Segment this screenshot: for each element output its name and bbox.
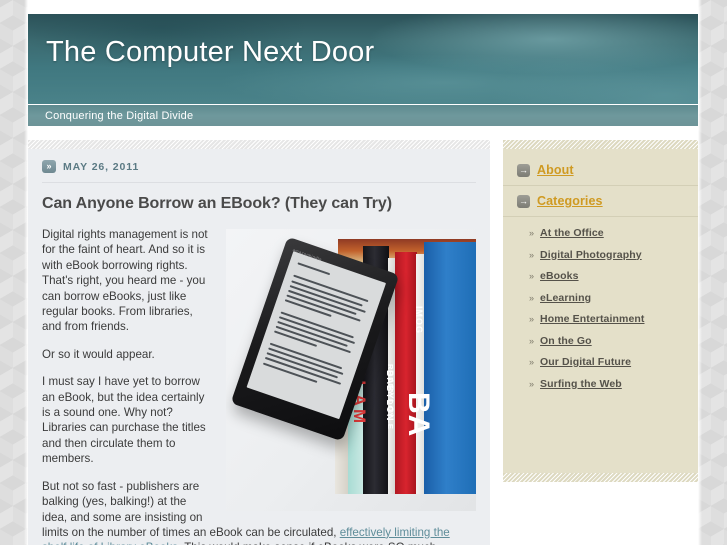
double-chevron-icon: » [529, 271, 535, 281]
screen-text-line [266, 352, 338, 379]
post-body: NICK HORNBY SLAM RODDY DOYLE BABYLON IMO… [42, 227, 476, 545]
sidebar: → About → Categories » At the Office » D… [503, 149, 698, 473]
arrow-right-icon: → [517, 194, 530, 208]
book-spine-1: IMOG BA [402, 242, 476, 494]
sidebar-item-at-the-office[interactable]: » At the Office [503, 227, 698, 239]
site-banner: The Computer Next Door [28, 14, 698, 104]
sidebar-top-stripe [503, 140, 698, 149]
category-link[interactable]: eBooks [540, 270, 579, 282]
arrow-right-icon: → [517, 163, 530, 177]
sidebar-bottom-stripe [503, 473, 698, 482]
double-chevron-icon: » [529, 228, 535, 238]
double-chevron-icon: » [529, 314, 535, 324]
category-link[interactable]: On the Go [540, 335, 592, 347]
sidebar-section-categories[interactable]: → Categories [503, 186, 698, 217]
sidebar-heading-label[interactable]: Categories [537, 194, 603, 208]
post-meta: » MAY 26, 2011 [42, 160, 476, 183]
sidebar-heading-label[interactable]: About [537, 163, 574, 177]
post-date: MAY 26, 2011 [63, 160, 140, 173]
sidebar-item-digital-photography[interactable]: » Digital Photography [503, 249, 698, 261]
page-background-pattern-left [0, 0, 28, 545]
site-title: The Computer Next Door [46, 36, 375, 68]
screen-gap [271, 335, 273, 340]
book-spine-label-babylon: BABYLON [385, 370, 395, 422]
double-chevron-icon: » [529, 378, 535, 389]
main-column: » MAY 26, 2011 Can Anyone Borrow an EBoo… [28, 140, 490, 545]
sidebar-item-elearning[interactable]: » eLearning [503, 292, 698, 304]
category-link[interactable]: Surfing the Web [540, 378, 622, 390]
sidebar-filler [503, 417, 698, 473]
page-background-pattern-right [698, 0, 727, 545]
screen-gap [282, 304, 284, 309]
sidebar-item-home-entertainment[interactable]: » Home Entertainment [503, 313, 698, 325]
category-link[interactable]: Digital Photography [540, 249, 642, 261]
page-container: The Computer Next Door Conquering the Di… [28, 0, 698, 545]
sidebar-item-on-the-go[interactable]: » On the Go [503, 335, 698, 347]
sidebar-column: → About → Categories » At the Office » D… [503, 140, 698, 482]
book-spine-label-ba: BA [402, 392, 435, 438]
sidebar-item-ebooks[interactable]: » eBooks [503, 270, 698, 282]
post-title: Can Anyone Borrow an EBook? (They can Tr… [42, 195, 392, 212]
sidebar-section-about[interactable]: → About [503, 158, 698, 186]
post-article: » MAY 26, 2011 Can Anyone Borrow an EBoo… [28, 149, 490, 545]
category-list: » At the Office » Digital Photography » … [503, 217, 698, 417]
double-chevron-icon: » [529, 357, 535, 367]
category-link[interactable]: Our Digital Future [540, 356, 631, 368]
double-chevron-icon: » [42, 160, 56, 173]
sidebar-item-surfing-the-web[interactable]: » Surfing the Web [503, 378, 698, 390]
content-top-stripe [28, 140, 490, 149]
double-chevron-icon: » [529, 249, 535, 260]
sidebar-item-our-digital-future[interactable]: » Our Digital Future [503, 356, 698, 368]
double-chevron-icon: » [529, 292, 535, 303]
post-image: NICK HORNBY SLAM RODDY DOYLE BABYLON IMO… [226, 229, 476, 511]
book-spine-label-imogen: IMOG [414, 306, 424, 334]
book-spine-3: RODDY DOYLE BABYLON [385, 252, 417, 494]
category-link[interactable]: Home Entertainment [540, 313, 644, 325]
site-tagline: Conquering the Digital Divide [45, 109, 194, 122]
screen-gap [294, 267, 297, 272]
category-link[interactable]: eLearning [540, 292, 591, 304]
category-link[interactable]: At the Office [540, 227, 604, 239]
page-columns: » MAY 26, 2011 Can Anyone Borrow an EBoo… [28, 140, 698, 545]
double-chevron-icon: » [529, 335, 535, 346]
site-tagline-bar: Conquering the Digital Divide [28, 104, 698, 126]
